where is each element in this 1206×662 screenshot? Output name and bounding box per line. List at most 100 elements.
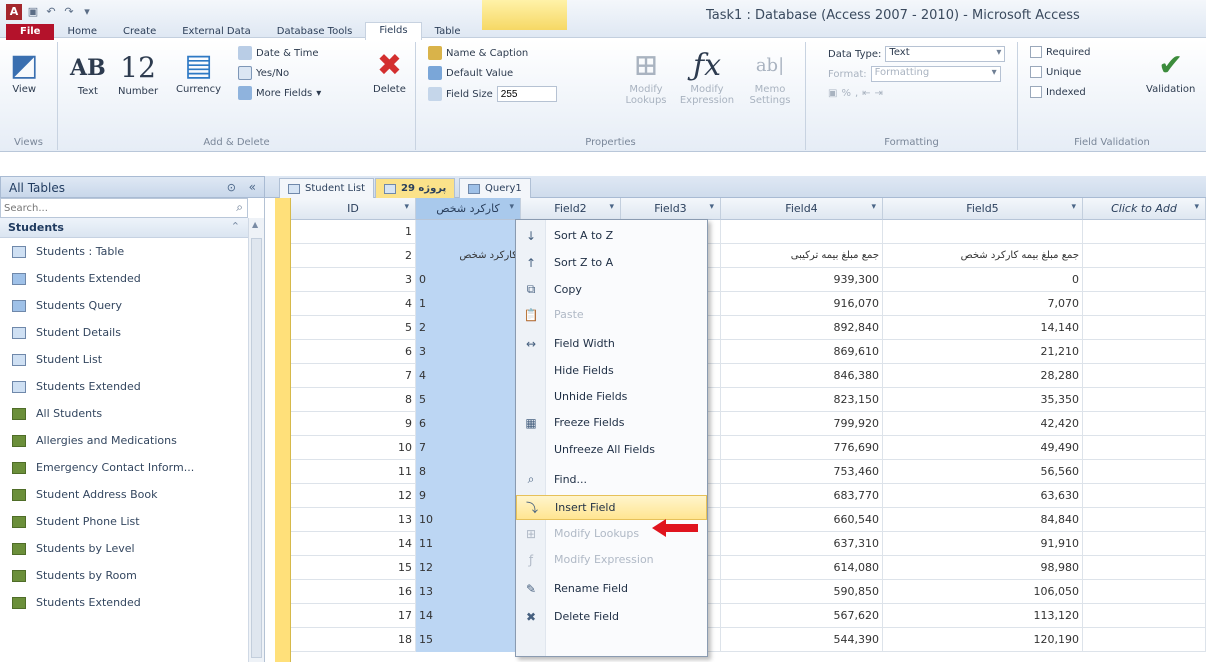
cell-click-to-add[interactable] [1083,220,1206,244]
chevron-down-icon[interactable]: ▾ [709,202,714,212]
cell-id[interactable]: 18 [291,628,416,652]
cell-field5[interactable]: 7,070 [883,292,1083,316]
nav-item[interactable]: Student Phone List [0,508,248,535]
cell-selected-column[interactable]: 10 [416,508,521,532]
cell-field5[interactable] [883,220,1083,244]
increase-decimals-icon[interactable]: ⇤ [862,88,870,99]
column-header-click-to-add[interactable]: Click to Add ▾ [1083,198,1206,220]
table-row[interactable]: 10 7 776,690 49,490 [291,436,1206,460]
cell-field5[interactable]: 35,350 [883,388,1083,412]
cell-selected-column[interactable] [416,220,521,244]
cell-id[interactable]: 6 [291,340,416,364]
cell-id[interactable]: 4 [291,292,416,316]
cell-selected-column[interactable]: 11 [416,532,521,556]
indexed-checkbox[interactable]: Indexed [1030,86,1086,98]
view-button[interactable]: ◩ View [10,48,38,95]
delete-field-button[interactable]: ✖ Delete [373,48,406,95]
customize-icon[interactable]: ▾ [80,5,94,19]
cell-selected-column[interactable]: 7 [416,436,521,460]
menu-item-unhide-fields[interactable]: Unhide Fields [516,384,707,409]
cell-id[interactable]: 2 [291,244,416,268]
cell-selected-column[interactable]: 13 [416,580,521,604]
cell-id[interactable]: 14 [291,532,416,556]
table-row[interactable]: 16 13 590,850 106,050 [291,580,1206,604]
nav-item[interactable]: Student List [0,346,248,373]
cell-field5[interactable]: 106,050 [883,580,1083,604]
cell-field4[interactable]: 916,070 [721,292,883,316]
table-row[interactable]: 4 1 916,070 7,070 [291,292,1206,316]
column-header-id[interactable]: ID ▾ [291,198,416,220]
cell-field5[interactable]: 21,210 [883,340,1083,364]
cell-id[interactable]: 13 [291,508,416,532]
tab-file[interactable]: File [6,24,55,40]
column-header-field4[interactable]: Field4 ▾ [721,198,883,220]
cell-field4[interactable]: 823,150 [721,388,883,412]
cell-click-to-add[interactable] [1083,340,1206,364]
table-row[interactable]: 17 14 567,620 113,120 [291,604,1206,628]
table-row[interactable]: 9 6 799,920 42,420 [291,412,1206,436]
nav-item[interactable]: Student Details [0,319,248,346]
cell-click-to-add[interactable] [1083,364,1206,388]
required-checkbox[interactable]: Required [1030,46,1091,58]
tab-create[interactable]: Create [110,24,169,40]
cell-click-to-add[interactable] [1083,484,1206,508]
cell-click-to-add[interactable] [1083,532,1206,556]
cell-id[interactable]: 9 [291,412,416,436]
doc-tab-query1[interactable]: Query1 [459,178,531,198]
menu-item-field-width[interactable]: ↔ Field Width [516,331,707,356]
cell-click-to-add[interactable] [1083,436,1206,460]
nav-item[interactable]: Students Extended [0,265,248,292]
cell-selected-column[interactable]: 14 [416,604,521,628]
table-row[interactable]: 13 10 660,540 84,840 [291,508,1206,532]
menu-item-sort-z-to-a[interactable]: ↑ Sort Z to A [516,250,707,275]
scroll-up-icon[interactable]: ▲ [252,220,258,229]
text-field-button[interactable]: AB Text [70,50,106,97]
column-header-selected[interactable]: کارکرد شخص ▾ [416,198,521,220]
currency-format-icon[interactable]: ▣ [828,88,837,99]
cell-selected-column[interactable]: 15 [416,628,521,652]
cell-click-to-add[interactable] [1083,268,1206,292]
indexed-check-box[interactable] [1030,86,1042,98]
validation-button[interactable]: ✔ Validation [1146,48,1195,95]
more-fields-button[interactable]: More Fields ▾ [238,86,321,100]
chevron-down-icon[interactable]: ▾ [609,202,614,212]
nav-item[interactable]: Students by Room [0,562,248,589]
cell-field5[interactable]: 56,560 [883,460,1083,484]
cell-selected-column[interactable]: 0 [416,268,521,292]
cell-selected-column[interactable]: 5 [416,388,521,412]
currency-field-button[interactable]: ▤ Currency [176,48,221,95]
cell-id[interactable]: 5 [291,316,416,340]
nav-group-header[interactable]: Students ⌃ [0,218,248,238]
cell-id[interactable]: 17 [291,604,416,628]
chevron-down-icon[interactable]: ⊙ [227,181,236,194]
cell-field4[interactable]: 869,610 [721,340,883,364]
cell-click-to-add[interactable] [1083,508,1206,532]
table-row[interactable]: 2 کارکرد شخص جمع مبلغ بیمه ترکیبی جمع مبلغ … [291,244,1206,268]
menu-item-copy[interactable]: ⧉ Copy [516,277,707,302]
cell-click-to-add[interactable] [1083,604,1206,628]
cell-selected-column[interactable]: کارکرد شخص [416,244,521,268]
doc-tab-student-list[interactable]: Student List [279,178,375,198]
table-row[interactable]: 8 5 823,150 35,350 [291,388,1206,412]
column-header-field2[interactable]: Field2 ▾ [521,198,621,220]
table-row[interactable]: 6 3 869,610 21,210 [291,340,1206,364]
nav-item[interactable]: Students : Table [0,238,248,265]
cell-selected-column[interactable]: 1 [416,292,521,316]
redo-icon[interactable]: ↷ [62,5,76,19]
table-row[interactable]: 15 12 614,080 98,980 [291,556,1206,580]
cell-field4[interactable]: 846,380 [721,364,883,388]
format-select[interactable]: Formatting [870,66,1001,82]
cell-id[interactable]: 10 [291,436,416,460]
modify-lookups-button[interactable]: ⊞ Modify Lookups [621,48,671,106]
table-row[interactable]: 12 9 683,770 63,630 [291,484,1206,508]
cell-field5[interactable]: 98,980 [883,556,1083,580]
cell-id[interactable]: 11 [291,460,416,484]
cell-field5[interactable]: 49,490 [883,436,1083,460]
cell-field4[interactable]: 660,540 [721,508,883,532]
cell-selected-column[interactable]: 4 [416,364,521,388]
cell-field4[interactable]: 637,310 [721,532,883,556]
table-row[interactable]: 7 4 846,380 28,280 [291,364,1206,388]
cell-click-to-add[interactable] [1083,580,1206,604]
nav-item[interactable]: Students Query [0,292,248,319]
search-icon[interactable]: ⌕ [236,200,243,215]
